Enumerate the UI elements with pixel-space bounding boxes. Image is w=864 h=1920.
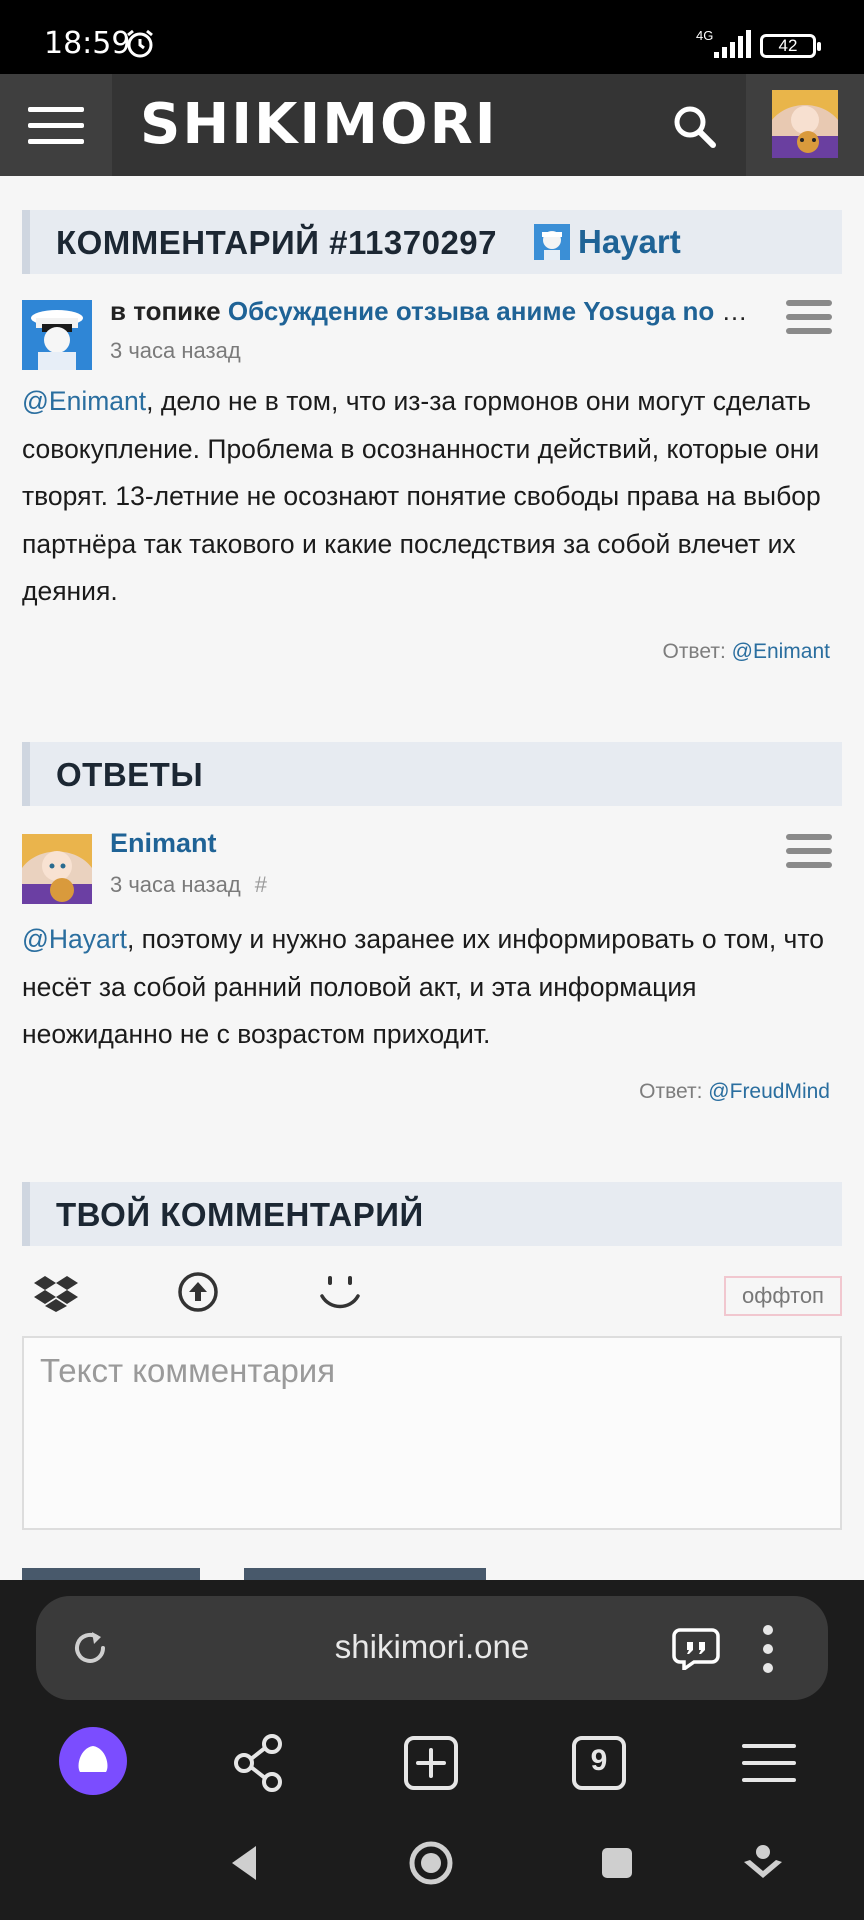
menu-icon-line (786, 328, 832, 334)
tabs-count-button[interactable]: 9 (564, 1732, 634, 1794)
menu-icon-line (786, 314, 832, 320)
browser-menu-icon[interactable] (734, 1732, 804, 1794)
answer-mention[interactable]: @Hayart (22, 924, 127, 954)
comment-mention[interactable]: @Enimant (22, 386, 146, 416)
assistant-down-icon[interactable] (738, 1838, 788, 1888)
answer-reply-line: Ответ: @FreudMind (639, 1080, 830, 1104)
search-icon[interactable] (670, 102, 718, 150)
clock-time: 18:59 (44, 26, 131, 61)
comment-author-avatar[interactable] (22, 300, 92, 370)
reply-to-link[interactable]: @Enimant (732, 640, 830, 663)
menu-icon-line (786, 862, 832, 868)
submit-button-edge[interactable] (22, 1568, 200, 1580)
home-icon[interactable] (406, 1838, 456, 1888)
dropbox-icon[interactable] (34, 1270, 78, 1314)
answer-time[interactable]: 3 часа назад (110, 872, 241, 897)
smiley-icon[interactable] (318, 1270, 362, 1314)
comment-author-link[interactable]: Hayart (578, 223, 681, 261)
share-icon[interactable] (226, 1732, 296, 1794)
user-avatar (772, 90, 838, 158)
new-tab-icon[interactable] (396, 1732, 466, 1794)
your-comment-title: ТВОЙ КОММЕНТАРИЙ (56, 1196, 424, 1233)
reply-label: Ответ: (639, 1080, 703, 1103)
tabs-count: 9 (590, 1744, 608, 1777)
answer-user-link[interactable]: Enimant (110, 828, 217, 859)
signal-icon (714, 30, 751, 58)
menu-icon (28, 107, 84, 112)
user-profile-button[interactable] (746, 74, 864, 176)
alarm-icon (127, 29, 153, 58)
answers-section-header: ОТВЕТЫ (22, 742, 842, 806)
address-bar[interactable]: shikimori.one (36, 1596, 828, 1700)
comment-section-header: КОММЕНТАРИЙ #11370297 Hayart (22, 210, 842, 274)
quote-icon[interactable] (672, 1628, 720, 1670)
recent-apps-icon[interactable] (592, 1838, 642, 1888)
your-comment-header: ТВОЙ КОММЕНТАРИЙ (22, 1182, 842, 1246)
menu-icon-line (28, 139, 84, 144)
comment-title: КОММЕНТАРИЙ #11370297 (56, 224, 498, 261)
comment-reply-line: Ответ: @Enimant (662, 640, 830, 664)
battery-indicator: 42 (760, 34, 821, 58)
answer-body: @Hayart, поэтому и нужно заранее их инфо… (22, 916, 852, 1059)
site-header: SHIKIMORI (0, 74, 864, 176)
topic-prefix: в топике (110, 296, 221, 326)
back-icon[interactable] (220, 1838, 270, 1888)
menu-icon (786, 300, 832, 306)
answer-text: , поэтому и нужно заранее их информирова… (22, 924, 824, 1049)
reply-to-link[interactable]: @FreudMind (708, 1080, 830, 1103)
permalink-hash[interactable]: # (255, 872, 267, 897)
hamburger-menu-button[interactable] (0, 74, 112, 176)
reply-label: Ответ: (662, 640, 726, 663)
comment-textarea[interactable]: Текст комментария (22, 1336, 842, 1530)
answer-time-line: 3 часа назад # (110, 872, 267, 898)
topic-line: в топике Обсуждение отзыва аниме Yosuga … (110, 296, 750, 327)
network-type: 4G (696, 28, 714, 43)
comment-time[interactable]: 3 часа назад (110, 338, 241, 364)
answers-title: ОТВЕТЫ (56, 756, 204, 793)
comment-menu-button[interactable] (786, 300, 832, 336)
menu-icon-line (28, 123, 84, 128)
status-bar: 18:59 4G 42 (0, 0, 864, 74)
upload-icon[interactable] (176, 1270, 220, 1314)
alice-assistant-icon[interactable] (58, 1726, 128, 1796)
topic-link[interactable]: Обсуждение отзыва аниме Yosuga no Sora (228, 296, 750, 326)
more-options-icon[interactable] (762, 1624, 774, 1674)
site-logo[interactable]: SHIKIMORI (140, 92, 498, 157)
answer-menu-button[interactable] (786, 834, 832, 870)
menu-icon (786, 834, 832, 840)
author-mini-avatar (534, 224, 570, 260)
answer-user-avatar[interactable] (22, 834, 92, 904)
menu-icon-line (786, 848, 832, 854)
comment-text: , дело не в том, что из-за гормонов они … (22, 386, 821, 606)
preview-button-edge[interactable] (244, 1568, 486, 1580)
offtopic-toggle[interactable]: оффтоп (724, 1276, 842, 1316)
comment-body: @Enimant, дело не в том, что из-за гормо… (22, 378, 852, 616)
textarea-placeholder: Текст комментария (40, 1352, 336, 1389)
